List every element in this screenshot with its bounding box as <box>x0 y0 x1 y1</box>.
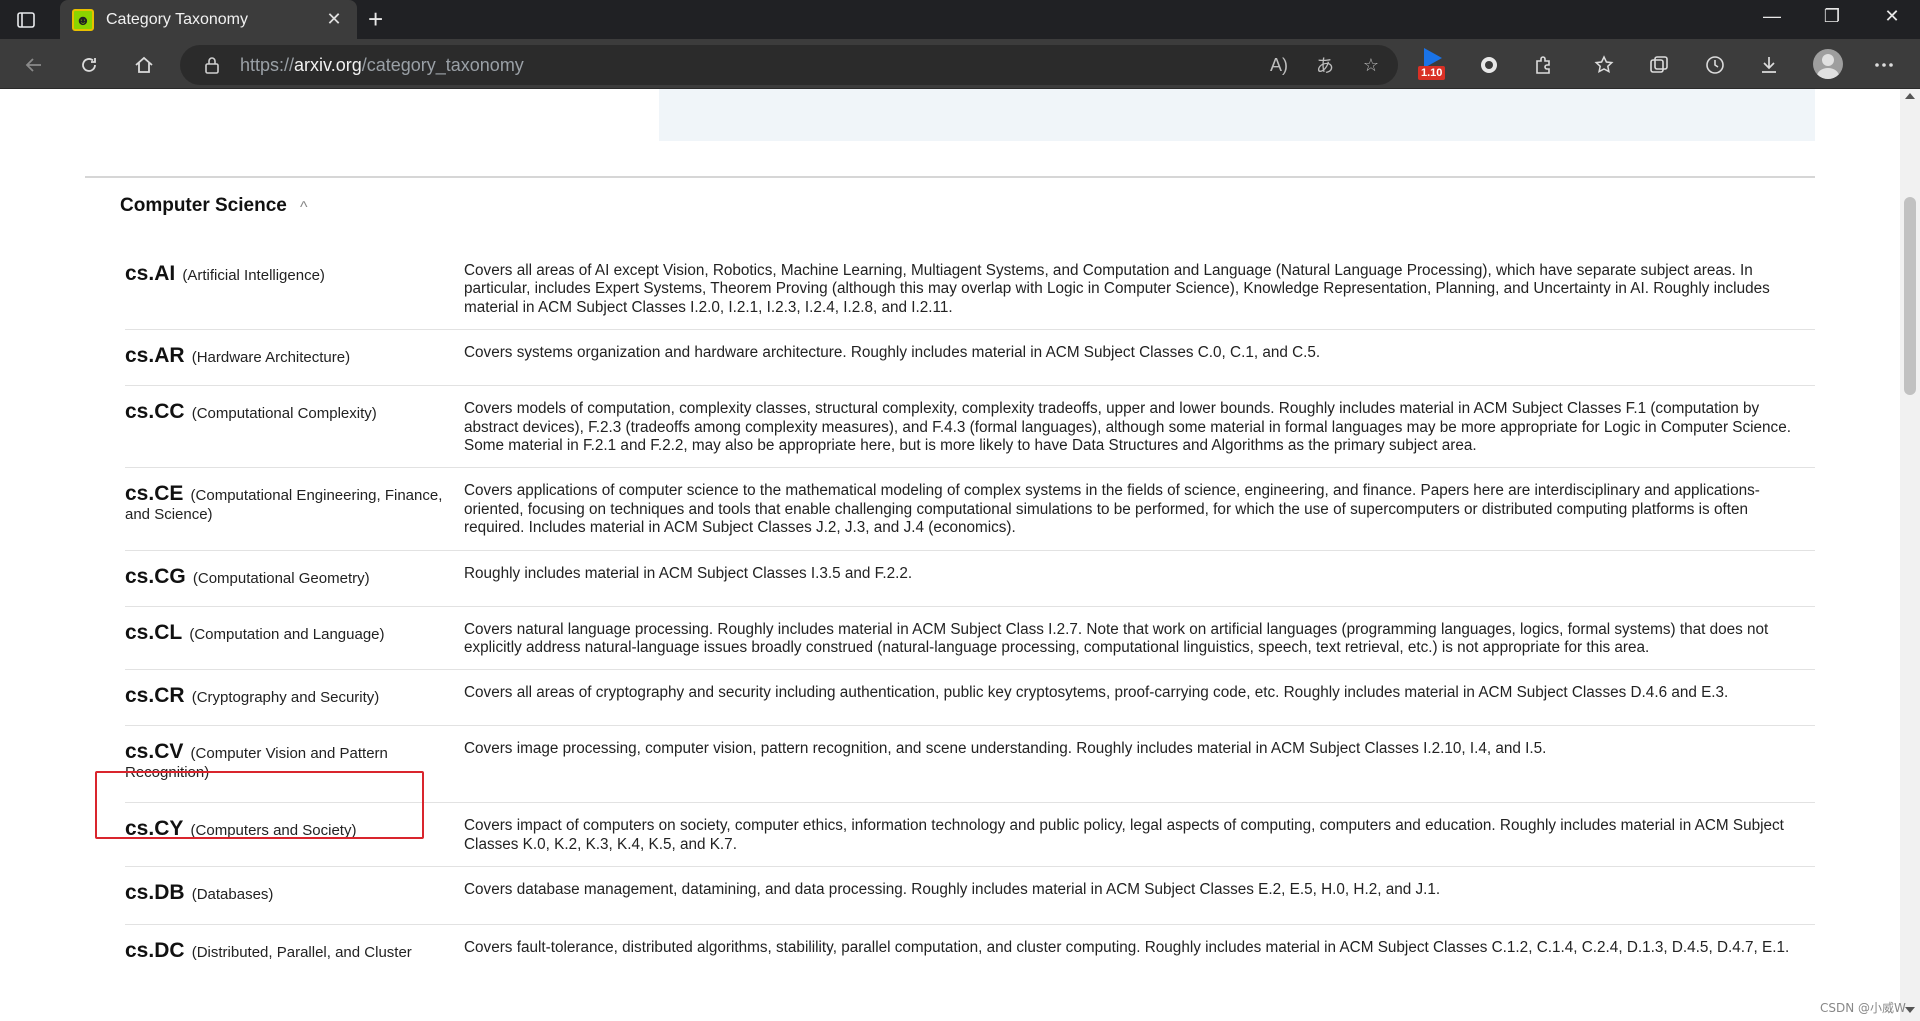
watermark-text: CSDN @小威W <box>1820 1001 1906 1015</box>
scroll-down-arrow-icon[interactable] <box>1905 1007 1915 1013</box>
favorites-icon[interactable] <box>1589 50 1619 80</box>
category-name-cell: cs.DC (Distributed, Parallel, and Cluste… <box>125 939 464 962</box>
collapse-caret-icon[interactable]: ^ <box>300 199 308 217</box>
category-name-cell: cs.AI (Artificial Intelligence) <box>125 262 464 317</box>
category-description: Covers applications of computer science … <box>464 482 1760 537</box>
category-description: Covers image processing, computer vision… <box>464 740 1547 758</box>
category-code[interactable]: cs.DB <box>125 881 185 904</box>
favorite-add-icon[interactable]: ☆ <box>1360 54 1382 76</box>
category-row-cs-cl: cs.CL (Computation and Language) Covers … <box>125 607 1815 671</box>
category-list: cs.AI (Artificial Intelligence) Covers a… <box>125 249 1815 974</box>
category-description: Covers all areas of cryptography and sec… <box>464 684 1729 702</box>
category-row-cs-ai: cs.AI (Artificial Intelligence) Covers a… <box>125 249 1815 331</box>
read-aloud-icon[interactable]: A) <box>1268 54 1290 76</box>
annotation-highlight-box <box>95 771 424 839</box>
category-description: Covers systems organization and hardware… <box>464 344 1321 362</box>
info-panel <box>659 89 1815 141</box>
category-title: (Artificial Intelligence) <box>182 267 325 284</box>
extension-circle-icon[interactable] <box>1474 50 1504 80</box>
category-name-cell: cs.CL (Computation and Language) <box>125 621 464 658</box>
history-icon[interactable] <box>1700 50 1730 80</box>
category-row-cs-db: cs.DB (Databases) Covers database manage… <box>125 867 1815 926</box>
browser-tab-bar: ☻ Category Taxonomy ✕ + — ❐ ✕ <box>0 0 1920 39</box>
section-divider <box>85 176 1815 178</box>
url-text[interactable]: https://arxiv.org/category_taxonomy <box>240 55 524 76</box>
category-row-cs-cc: cs.CC (Computational Complexity) Covers … <box>125 386 1815 469</box>
scrollbar-thumb[interactable] <box>1904 197 1916 395</box>
category-title: (Cryptography and Security) <box>191 689 380 707</box>
category-code[interactable]: cs.CE <box>125 482 183 505</box>
category-row-cs-cr: cs.CR (Cryptography and Security) Covers… <box>125 670 1815 727</box>
refresh-icon[interactable] <box>74 50 104 80</box>
category-code[interactable]: cs.CC <box>125 400 185 423</box>
minimize-button[interactable]: — <box>1752 6 1792 27</box>
category-title: (Computation and Language) <box>189 625 385 643</box>
category-description: Covers natural language processing. Roug… <box>464 620 1769 657</box>
category-row-cs-ar: cs.AR (Hardware Architecture) Covers sys… <box>125 330 1815 387</box>
home-icon[interactable] <box>129 50 159 80</box>
section-title: Computer Science <box>120 195 287 216</box>
category-code[interactable]: cs.AR <box>125 344 185 367</box>
category-title: (Distributed, Parallel, and Cluster <box>191 944 412 962</box>
restore-button[interactable]: ❐ <box>1812 6 1852 27</box>
extensions-puzzle-icon[interactable] <box>1528 50 1558 80</box>
category-description: Covers models of computation, complexity… <box>464 400 1791 455</box>
browser-tab-active[interactable]: ☻ Category Taxonomy ✕ <box>60 0 357 39</box>
category-description: Covers fault-tolerance, distributed algo… <box>464 939 1790 957</box>
collections-icon[interactable] <box>1644 50 1674 80</box>
browser-toolbar: https://arxiv.org/category_taxonomy A) あ… <box>0 39 1920 89</box>
category-code[interactable]: cs.AI <box>125 262 175 285</box>
page-content: Computer Science ^ cs.AI (Artificial Int… <box>0 89 1900 1021</box>
category-description: Covers database management, datamining, … <box>464 881 1441 899</box>
category-code[interactable]: cs.CG <box>125 565 186 588</box>
category-description: Roughly includes material in ACM Subject… <box>464 564 913 582</box>
scroll-up-arrow-icon[interactable] <box>1905 93 1915 99</box>
category-name-cell: cs.CG (Computational Geometry) <box>125 565 464 588</box>
category-description: Covers all areas of AI except Vision, Ro… <box>464 262 1770 316</box>
tab-close-icon[interactable]: ✕ <box>323 9 345 30</box>
category-title: (Computational Geometry) <box>192 569 370 587</box>
arxiv-favicon-icon: ☻ <box>72 8 94 31</box>
back-arrow-icon[interactable] <box>19 50 49 80</box>
category-title: (Hardware Architecture) <box>191 349 351 367</box>
category-row-cs-dc: cs.DC (Distributed, Parallel, and Cluste… <box>125 925 1815 974</box>
category-name-cell: cs.CE (Computational Engineering, Financ… <box>125 482 464 537</box>
new-tab-button[interactable]: + <box>368 6 383 32</box>
category-code[interactable]: cs.CL <box>125 621 182 644</box>
category-title: (Databases) <box>191 886 274 904</box>
category-name-cell: cs.AR (Hardware Architecture) <box>125 344 464 367</box>
category-title: (Computational Complexity) <box>191 405 377 423</box>
tab-title: Category Taxonomy <box>106 10 248 28</box>
translate-icon[interactable]: あ <box>1314 54 1336 76</box>
extension-flag-icon[interactable]: 1.10 <box>1418 46 1448 82</box>
address-bar[interactable]: https://arxiv.org/category_taxonomy A) あ… <box>180 45 1398 85</box>
category-row-cs-cg: cs.CG (Computational Geometry) Roughly i… <box>125 551 1815 607</box>
downloads-icon[interactable] <box>1754 50 1784 80</box>
category-name-cell: cs.CC (Computational Complexity) <box>125 400 464 455</box>
close-window-button[interactable]: ✕ <box>1872 6 1912 27</box>
category-name-cell: cs.CR (Cryptography and Security) <box>125 684 464 707</box>
category-code[interactable]: cs.CR <box>125 684 185 707</box>
more-menu-icon[interactable] <box>1869 50 1899 80</box>
category-row-cs-ce: cs.CE (Computational Engineering, Financ… <box>125 468 1815 551</box>
category-code[interactable]: cs.DC <box>125 939 185 962</box>
page-scrollbar[interactable] <box>1900 89 1920 1021</box>
category-description: Covers impact of computers on society, c… <box>464 817 1784 853</box>
tab-actions-icon[interactable] <box>14 8 38 32</box>
category-code[interactable]: cs.CV <box>125 740 183 763</box>
category-name-cell: cs.DB (Databases) <box>125 881 464 904</box>
profile-avatar-icon[interactable] <box>1813 49 1843 79</box>
lock-icon[interactable] <box>202 55 222 75</box>
